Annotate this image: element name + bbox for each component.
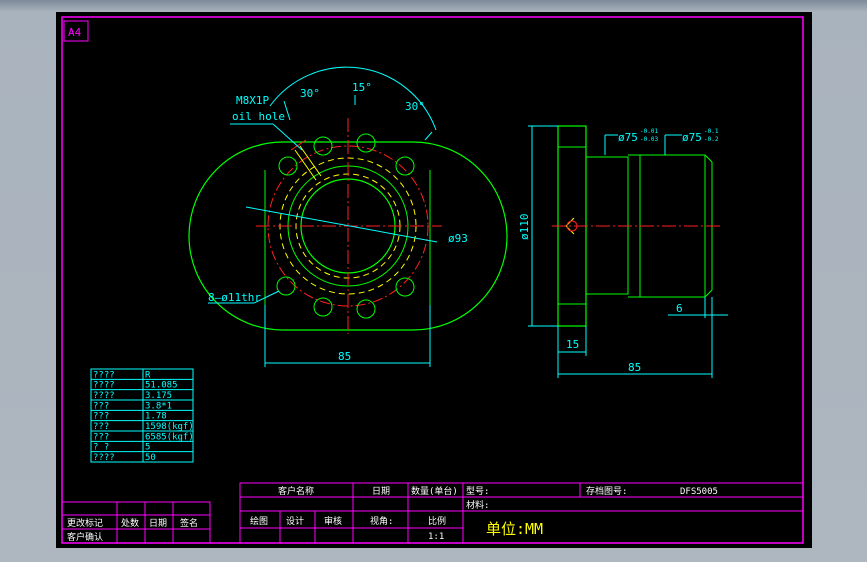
spec-row-value: 1.78 xyxy=(145,412,167,422)
review-label: 审核 xyxy=(324,515,342,527)
spec-table-rows: ???? R???? 51.085???? 3.175??? 3.8*1??? 1.78?… xyxy=(91,370,194,463)
drawing-canvas: A4 M8X1P oil hole 30° 15° 30° ø93 8–ø11t… xyxy=(61,16,804,544)
bolt-hole xyxy=(395,156,415,176)
spec-row-value: 3.8*1 xyxy=(145,401,172,411)
bolt-hole xyxy=(313,297,333,317)
unit-label: 单位:MM xyxy=(486,520,543,538)
bolt-hole xyxy=(278,156,298,176)
oil-hole-note: oil hole xyxy=(232,110,285,123)
holes-label: 8–ø11thr xyxy=(208,291,261,304)
spec-row-name: ???? xyxy=(93,391,115,401)
model-label: 型号: xyxy=(466,486,489,497)
bolt-hole xyxy=(395,277,415,297)
spec-row-value: 50 xyxy=(145,453,156,463)
bolt-hole xyxy=(276,276,296,296)
flange-annotations: M8X1P oil hole 30° 15° 30° ø93 8–ø11thr xyxy=(208,66,468,367)
angle-right-label: 30° xyxy=(405,100,425,113)
thread-note: M8X1P xyxy=(236,94,269,107)
flange-width-label: 15 xyxy=(566,338,579,351)
sheet-size-label: A4 xyxy=(68,26,82,39)
spec-row-name: ???? xyxy=(93,381,115,391)
scale-label: 比例 xyxy=(428,515,446,527)
spec-row-name: ??? xyxy=(93,422,109,432)
cad-window: A4 M8X1P oil hole 30° 15° 30° ø93 8–ø11t… xyxy=(0,0,867,562)
spec-row-value: 51.085 xyxy=(145,381,178,391)
rev-date-label: 日期 xyxy=(149,518,167,529)
angle-dim-arc xyxy=(269,66,437,131)
spec-row-name: ??? xyxy=(93,432,109,442)
spec-row-value: 6585(kgf) xyxy=(145,432,194,442)
spec-row-name: ? ? xyxy=(93,443,109,453)
material-label: 材料: xyxy=(466,499,489,511)
total-length-label: 85 xyxy=(628,361,641,374)
nut-side-view xyxy=(552,125,720,327)
dia-small-tol-upper: -0.01 xyxy=(640,128,658,135)
spec-row-value: R xyxy=(145,370,151,380)
rev-sign-label: 签名 xyxy=(180,517,198,529)
spec-row-name: ???? xyxy=(93,370,115,380)
draw-label: 绘图 xyxy=(250,515,268,527)
design-label: 设计 xyxy=(286,515,304,527)
side-dimensions: ø110 ø75 -0.01 -0.03 ø75 -0.1 -0.2 15 85 xyxy=(518,125,728,378)
spec-row-value: 1598(kgf) xyxy=(145,422,194,432)
bolt-hole xyxy=(313,136,333,156)
angle-left-label: 30° xyxy=(300,87,320,100)
title-block: 客户名称 日期 数量(单台) 型号: 存档图号: DFS5005 材料: 绘图 … xyxy=(239,482,804,544)
dia-small-tol-lower: -0.03 xyxy=(640,136,658,143)
spec-row-value: 5 xyxy=(145,443,150,453)
bolt-hole xyxy=(356,299,376,319)
rev-count-label: 处数 xyxy=(121,517,139,529)
spec-row-name: ??? xyxy=(93,401,109,411)
spec-row-name: ??? xyxy=(93,412,109,422)
flange-dia-label: ø110 xyxy=(518,214,531,241)
view-label: 视角: xyxy=(370,515,393,527)
sheet-border xyxy=(61,16,804,544)
qty-label: 数量(单台) xyxy=(411,485,458,497)
revision-block: 更改标记 处数 日期 签名 客户确认 xyxy=(61,501,211,544)
date-label: 日期 xyxy=(372,486,390,497)
spec-table: ???? R???? 51.085???? 3.175??? 3.8*1??? 1.78?… xyxy=(90,368,194,463)
dia-large-tol-lower: -0.2 xyxy=(704,136,719,143)
rev-mark-label: 更改标记 xyxy=(67,517,103,529)
drawing-no-value: DFS5005 xyxy=(680,487,718,497)
pcd-label: ø93 xyxy=(448,232,468,245)
angle-ext-line xyxy=(424,131,433,141)
dia-large-tol-upper: -0.1 xyxy=(704,128,719,135)
drawing-no-label: 存档图号: xyxy=(586,485,627,497)
end-length-label: 6 xyxy=(676,302,683,315)
spec-row-name: ???? xyxy=(93,453,115,463)
bolt-hole xyxy=(356,133,376,153)
dia-small-label: ø75 xyxy=(618,131,638,144)
drawing-sheet: A4 M8X1P oil hole 30° 15° 30° ø93 8–ø11t… xyxy=(56,12,812,548)
spec-row-value: 3.175 xyxy=(145,391,172,401)
customer-confirm-label: 客户确认 xyxy=(67,531,103,543)
note-leader xyxy=(272,123,303,151)
angle-mid-label: 15° xyxy=(352,81,372,94)
customer-name-label: 客户名称 xyxy=(278,485,314,497)
width-dim-label: 85 xyxy=(338,350,351,363)
scale-value: 1:1 xyxy=(428,532,444,542)
dia-large-label: ø75 xyxy=(682,131,702,144)
